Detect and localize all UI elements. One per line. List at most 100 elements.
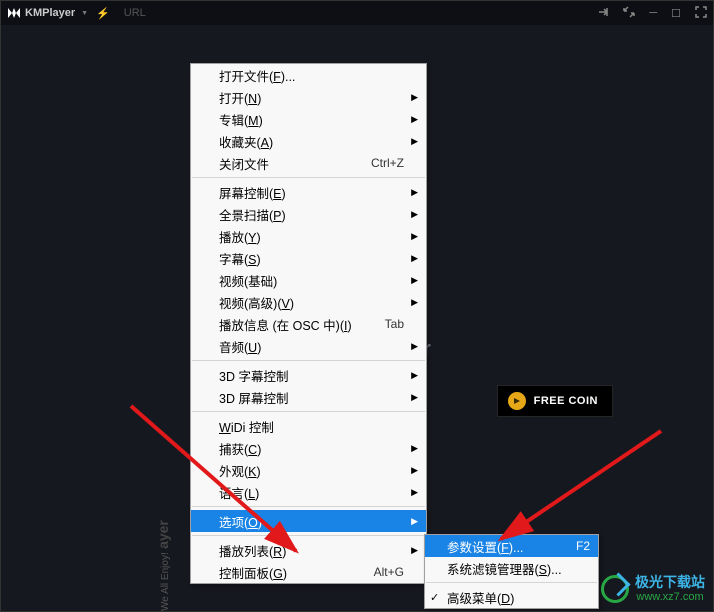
ctx-item-11[interactable]: 视频(高级)(V) ▶ <box>191 291 426 313</box>
menu-item-label: 高级菜单(D) <box>447 588 590 607</box>
freecoin-button[interactable]: FREE COIN <box>497 385 613 417</box>
watermark-logo-icon <box>601 575 629 603</box>
submenu-arrow-icon: ▶ <box>411 465 418 476</box>
menu-item-label: 播放列表(R) <box>219 541 404 560</box>
submenu-arrow-icon: ▶ <box>411 253 418 264</box>
menu-item-label: 外观(K) <box>219 461 404 480</box>
submenu-arrow-icon: ▶ <box>411 136 418 147</box>
ctx-item-16[interactable]: 3D 屏幕控制 ▶ <box>191 386 426 408</box>
ctx-separator <box>192 177 425 178</box>
app-logo[interactable]: KMPlayer ▼ <box>7 7 88 19</box>
submenu-arrow-icon: ▶ <box>411 92 418 103</box>
submenu-arrow-icon: ▶ <box>411 443 418 454</box>
submenu-arrow-icon: ▶ <box>411 187 418 198</box>
menu-item-shortcut: Alt+G <box>374 565 404 579</box>
menu-item-label: 收藏夹(A) <box>219 132 404 151</box>
submenu-arrow-icon: ▶ <box>411 487 418 498</box>
ctx-item-0[interactable]: 打开文件(F)... <box>191 64 426 86</box>
ctx-separator <box>192 506 425 507</box>
submenu-arrow-icon: ▶ <box>411 341 418 352</box>
menu-item-label: 全景扫描(P) <box>219 205 404 224</box>
sub-separator <box>426 582 597 583</box>
check-icon: ✓ <box>430 591 439 604</box>
options-submenu[interactable]: 参数设置(F)...F2 系统滤镜管理器(S)... ✓ 高级菜单(D) <box>424 534 599 609</box>
ctx-item-15[interactable]: 3D 字幕控制 ▶ <box>191 364 426 386</box>
ctx-item-9[interactable]: 字幕(S) ▶ <box>191 247 426 269</box>
menu-item-label: 3D 字幕控制 <box>219 366 404 385</box>
ctx-item-18[interactable]: WiDi 控制 <box>191 415 426 437</box>
ctx-item-2[interactable]: 专辑(M) ▶ <box>191 108 426 130</box>
menu-item-label: 语言(L) <box>219 483 404 502</box>
ctx-item-10[interactable]: 视频(基础) ▶ <box>191 269 426 291</box>
ctx-separator <box>192 360 425 361</box>
watermark-name: 极光下载站 <box>635 575 705 590</box>
sub-item-1[interactable]: 系统滤镜管理器(S)... <box>425 557 598 579</box>
sub-item-0[interactable]: 参数设置(F)...F2 <box>425 535 598 557</box>
submenu-arrow-icon: ▶ <box>411 209 418 220</box>
ctx-item-25[interactable]: 播放列表(R) ▶ <box>191 539 426 561</box>
minimize-icon[interactable]: ─ <box>649 7 657 19</box>
ctx-item-3[interactable]: 收藏夹(A) ▶ <box>191 130 426 152</box>
menu-item-label: 播放(Y) <box>219 227 404 246</box>
watermark: 极光下载站 www.xz7.com <box>601 575 705 603</box>
ctx-item-20[interactable]: 外观(K) ▶ <box>191 459 426 481</box>
ctx-item-23[interactable]: 选项(O) ▶ <box>191 510 426 532</box>
fullscreen-icon[interactable] <box>695 6 707 21</box>
menu-item-label: 控制面板(G) <box>219 563 374 582</box>
menu-item-label: 视频(基础) <box>219 271 404 290</box>
lightning-icon[interactable]: ⚡ <box>96 7 110 20</box>
menu-item-label: 关闭文件 <box>219 154 371 173</box>
ctx-separator <box>192 411 425 412</box>
submenu-arrow-icon: ▶ <box>411 114 418 125</box>
ctx-item-13[interactable]: 音频(U) ▶ <box>191 335 426 357</box>
submenu-arrow-icon: ▶ <box>411 297 418 308</box>
submenu-arrow-icon: ▶ <box>411 545 418 556</box>
menu-item-label: 播放信息 (在 OSC 中)(I) <box>219 315 385 334</box>
menu-item-label: 字幕(S) <box>219 249 404 268</box>
maximize-icon[interactable]: ☐ <box>671 7 681 20</box>
sidebar-brand: We All Enjoy! ayer <box>155 520 171 611</box>
menu-item-label: WiDi 控制 <box>219 417 404 436</box>
ctx-item-21[interactable]: 语言(L) ▶ <box>191 481 426 503</box>
submenu-arrow-icon: ▶ <box>411 275 418 286</box>
caret-down-icon: ▼ <box>81 10 88 17</box>
menu-item-label: 参数设置(F)... <box>447 537 576 556</box>
ctx-separator <box>192 535 425 536</box>
context-menu[interactable]: 打开文件(F)... 打开(N) ▶ 专辑(M) ▶ 收藏夹(A) ▶ 关闭文件Ctrl+Z 屏… <box>190 63 427 584</box>
ctx-item-6[interactable]: 屏幕控制(E) ▶ <box>191 181 426 203</box>
menu-item-label: 音频(U) <box>219 337 404 356</box>
submenu-arrow-icon: ▶ <box>411 231 418 242</box>
menu-item-label: 屏幕控制(E) <box>219 183 404 202</box>
menu-item-label: 专辑(M) <box>219 110 404 129</box>
ctx-item-8[interactable]: 播放(Y) ▶ <box>191 225 426 247</box>
menu-item-shortcut: F2 <box>576 539 590 553</box>
submenu-arrow-icon: ▶ <box>411 370 418 381</box>
ctx-item-4[interactable]: 关闭文件Ctrl+Z <box>191 152 426 174</box>
ctx-item-26[interactable]: 控制面板(G)Alt+G <box>191 561 426 583</box>
collapse-icon[interactable] <box>623 6 635 21</box>
coin-icon <box>508 392 526 410</box>
menu-item-shortcut: Tab <box>385 317 404 331</box>
menu-item-label: 选项(O) <box>219 512 404 531</box>
submenu-arrow-icon: ▶ <box>411 392 418 403</box>
menu-item-label: 系统滤镜管理器(S)... <box>447 559 590 578</box>
menu-item-shortcut: Ctrl+Z <box>371 156 404 170</box>
freecoin-label: FREE COIN <box>534 395 598 407</box>
ctx-item-12[interactable]: 播放信息 (在 OSC 中)(I)Tab <box>191 313 426 335</box>
pin-icon[interactable] <box>597 6 609 21</box>
menu-item-label: 打开文件(F)... <box>219 66 404 85</box>
kmplayer-logo-icon <box>7 7 21 19</box>
ctx-item-1[interactable]: 打开(N) ▶ <box>191 86 426 108</box>
titlebar: KMPlayer ▼ ⚡ URL ─ ☐ <box>1 1 713 25</box>
menu-item-label: 打开(N) <box>219 88 404 107</box>
watermark-url: www.xz7.com <box>635 591 705 603</box>
url-label[interactable]: URL <box>124 7 146 19</box>
sub-item-3[interactable]: ✓ 高级菜单(D) <box>425 586 598 608</box>
menu-item-label: 3D 屏幕控制 <box>219 388 404 407</box>
ctx-item-19[interactable]: 捕获(C) ▶ <box>191 437 426 459</box>
menu-item-label: 视频(高级)(V) <box>219 293 404 312</box>
submenu-arrow-icon: ▶ <box>411 516 418 527</box>
ctx-item-7[interactable]: 全景扫描(P) ▶ <box>191 203 426 225</box>
app-title: KMPlayer <box>25 7 75 19</box>
menu-item-label: 捕获(C) <box>219 439 404 458</box>
